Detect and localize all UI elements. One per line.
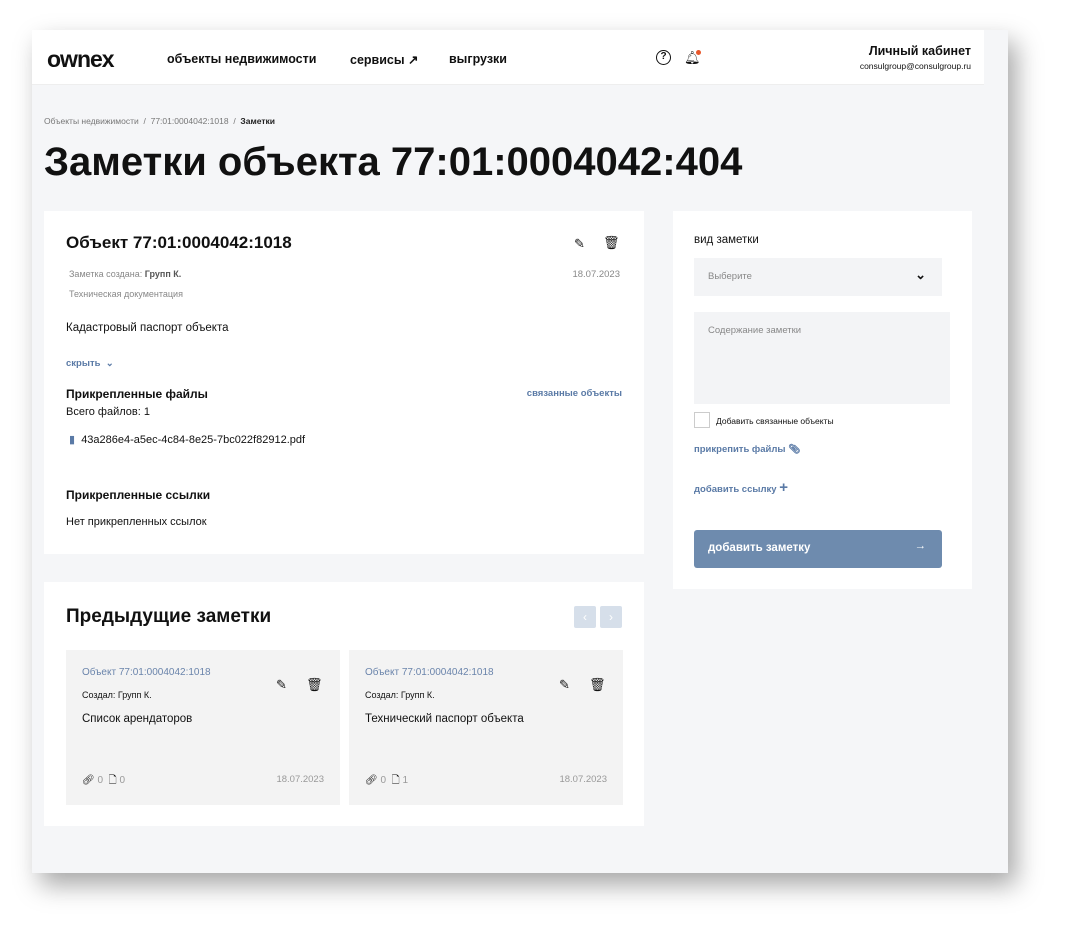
note-item-text: Технический паспорт объекта (365, 713, 524, 725)
no-links: Нет прикрепленных ссылок (66, 516, 207, 528)
note-item-author: Создал: Групп К. (82, 690, 152, 700)
note-item[interactable]: Объект 77:01:0004042:1018 ✎ 🗑︎ Создал: Гр… (66, 650, 340, 805)
note-author: Групп К. (144, 269, 182, 279)
plus-icon: + (779, 479, 788, 496)
add-note-form: вид заметки Выберите ⌄ Содержание заметк… (673, 211, 972, 589)
help-icon[interactable]: ? (656, 50, 671, 65)
link-icon: 🔗︎ (82, 775, 95, 786)
edit-icon[interactable]: ✎ (559, 677, 570, 693)
links-title: Прикрепленные ссылки (66, 488, 211, 502)
note-item[interactable]: Объект 77:01:0004042:1018 ✎ 🗑︎ Создал: Гр… (349, 650, 623, 805)
type-select[interactable]: Выберите ⌄ (694, 258, 942, 296)
files-count: Всего файлов: 1 (66, 406, 150, 418)
links-count: 0 (97, 775, 104, 786)
checkbox-label: Добавить связанные объекты (716, 416, 834, 426)
crumb-object[interactable]: 77:01:0004042:1018 (151, 116, 229, 126)
type-label: вид заметки (694, 234, 759, 246)
note-card: Объект 77:01:0004042:1018 ✎ 🗑︎ Заметка с… (44, 211, 644, 554)
file-icon: 🗋 (108, 775, 117, 786)
cabinet-label: Личный кабинет (868, 44, 971, 58)
note-item-text: Список арендаторов (82, 713, 193, 725)
submit-button[interactable]: добавить заметку → (694, 530, 942, 568)
note-item-date: 18.07.2023 (276, 774, 324, 785)
files-count: 0 (119, 775, 125, 786)
trash-icon[interactable]: 🗑︎ (306, 677, 323, 693)
top-nav: ownex объекты недвижимости сервисы ↗ выг… (32, 30, 984, 85)
edit-icon[interactable]: ✎ (574, 236, 585, 252)
note-type: Техническая документация (69, 289, 183, 299)
note-item-author: Создал: Групп К. (365, 690, 435, 700)
page-title: Заметки объекта 77:01:0004042:404 (44, 140, 743, 184)
nav-objects[interactable]: объекты недвижимости (167, 52, 316, 66)
related-objects-link[interactable]: связанные объекты (527, 388, 622, 399)
prev-button[interactable]: ‹ (574, 606, 596, 628)
edit-icon[interactable]: ✎ (276, 677, 287, 693)
next-button[interactable]: › (600, 606, 622, 628)
trash-icon[interactable]: 🗑︎ (603, 235, 620, 251)
file-item[interactable]: ▮ 43a286e4-a5ec-4c84-8e25-7bc022f82912.p… (69, 433, 305, 446)
related-checkbox[interactable] (694, 412, 710, 428)
note-item-title[interactable]: Объект 77:01:0004042:1018 (365, 667, 494, 678)
note-title: Объект 77:01:0004042:1018 (66, 233, 292, 252)
add-link-button[interactable]: добавить ссылку + (694, 479, 788, 496)
nav-services[interactable]: сервисы ↗ (350, 52, 418, 67)
created-label: Заметка создана: (69, 269, 143, 279)
account-email: consulgroup@consulgroup.ru (859, 61, 971, 71)
links-count: 0 (380, 775, 387, 786)
breadcrumb: Объекты недвижимости / 77:01:0004042:101… (44, 116, 276, 126)
nav-exports[interactable]: выгрузки (449, 52, 507, 66)
note-item-title[interactable]: Объект 77:01:0004042:1018 (82, 667, 211, 678)
content-textarea[interactable]: Содержание заметки (694, 312, 950, 404)
app-window: ownex объекты недвижимости сервисы ↗ выг… (32, 30, 1008, 873)
previous-title: Предыдущие заметки (66, 606, 272, 627)
note-item-date: 18.07.2023 (559, 774, 607, 785)
note-date: 18.07.2023 (572, 269, 620, 280)
link-icon: 🔗︎ (365, 775, 378, 786)
file-icon: 🗋 (391, 775, 400, 786)
files-title: Прикрепленные файлы (66, 387, 208, 401)
file-icon: ▮ (69, 434, 76, 446)
account[interactable]: Личный кабинет consulgroup@consulgroup.r… (860, 44, 971, 71)
paperclip-icon: 📎︎ (788, 444, 801, 455)
chevron-down-icon: ⌄ (915, 267, 926, 282)
note-text: Кадастровый паспорт объекта (66, 322, 229, 334)
notification-dot (696, 50, 701, 55)
hide-toggle[interactable]: скрыть ⌄ (66, 358, 114, 369)
arrow-right-icon: → (914, 540, 927, 552)
crumb-current: Заметки (240, 116, 276, 126)
logo[interactable]: ownex (47, 46, 115, 73)
attach-files-button[interactable]: прикрепить файлы 📎︎ (694, 444, 800, 455)
files-count: 1 (402, 775, 408, 786)
trash-icon[interactable]: 🗑︎ (589, 677, 606, 693)
crumb-objects[interactable]: Объекты недвижимости (44, 116, 139, 126)
